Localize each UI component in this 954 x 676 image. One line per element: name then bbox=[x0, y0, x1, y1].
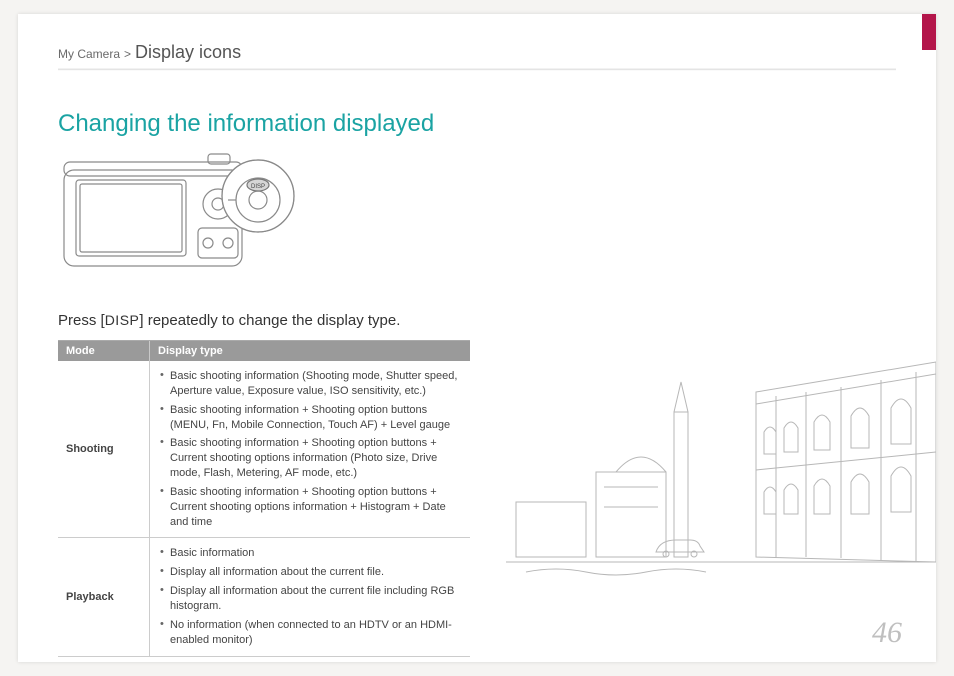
list-item: Basic shooting information (Shooting mod… bbox=[158, 367, 466, 401]
breadcrumb-separator: > bbox=[124, 47, 131, 61]
table-header-display-type: Display type bbox=[150, 341, 470, 361]
table-cell-body: Basic information Display all informatio… bbox=[150, 538, 470, 655]
page-title: Changing the information displayed bbox=[58, 110, 434, 138]
table-header-mode: Mode bbox=[58, 341, 150, 361]
table-cell-body: Basic shooting information (Shooting mod… bbox=[150, 361, 470, 537]
list-item: Display all information about the curren… bbox=[158, 563, 466, 582]
list-item: Basic information bbox=[158, 544, 466, 563]
camera-illustration: DISP bbox=[58, 146, 308, 286]
breadcrumb: My Camera > Display icons bbox=[58, 42, 241, 63]
city-svg bbox=[506, 352, 936, 602]
instruction-post: ] repeatedly to change the display type. bbox=[139, 312, 400, 329]
page: My Camera > Display icons Changing the i… bbox=[0, 0, 954, 676]
table-cell-mode: Shooting bbox=[58, 361, 150, 537]
header-divider bbox=[58, 68, 896, 70]
city-illustration bbox=[506, 352, 936, 602]
breadcrumb-page: Display icons bbox=[135, 42, 241, 63]
table-row: Shooting Basic shooting information (Sho… bbox=[58, 361, 470, 538]
instruction-pre: Press [ bbox=[58, 312, 105, 329]
list-item: Basic shooting information + Shooting op… bbox=[158, 483, 466, 532]
list-item: Basic shooting information + Shooting op… bbox=[158, 401, 466, 435]
breadcrumb-section: My Camera bbox=[58, 47, 120, 61]
table-row: Playback Basic information Display all i… bbox=[58, 538, 470, 656]
disp-key-icon: DISP bbox=[105, 312, 140, 328]
list-item: Display all information about the curren… bbox=[158, 582, 466, 616]
list-item: No information (when connected to an HDT… bbox=[158, 616, 466, 650]
list-item: Basic shooting information + Shooting op… bbox=[158, 434, 466, 483]
header: My Camera > Display icons bbox=[18, 14, 936, 82]
table-header: Mode Display type bbox=[58, 341, 470, 361]
table-cell-mode: Playback bbox=[58, 538, 150, 655]
page-inner: My Camera > Display icons Changing the i… bbox=[18, 14, 936, 662]
instruction-text: Press [DISP] repeatedly to change the di… bbox=[58, 312, 400, 329]
camera-svg: DISP bbox=[58, 146, 308, 286]
page-number: 46 bbox=[872, 616, 902, 650]
disp-button-label: DISP bbox=[251, 184, 265, 190]
display-type-table: Mode Display type Shooting Basic shootin… bbox=[58, 340, 470, 657]
